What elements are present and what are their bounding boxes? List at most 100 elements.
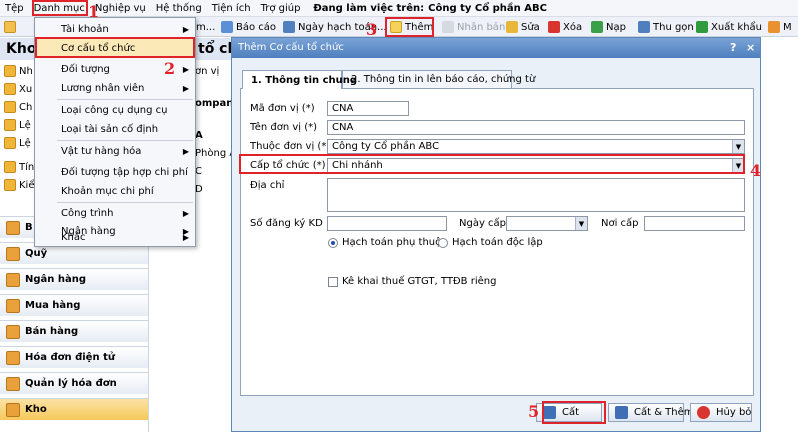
close-icon[interactable]: × xyxy=(746,41,755,54)
nav-label: Ngân hàng xyxy=(25,274,87,285)
menu-tien-ich[interactable]: Tiện ích xyxy=(207,3,256,14)
left-item-4[interactable]: Lệ xyxy=(4,118,31,132)
collapse-label: Thu gọn xyxy=(653,21,694,33)
hach-toan-phu-thuoc-radio[interactable] xyxy=(328,238,338,248)
menu-he-thong[interactable]: Hệ thống xyxy=(151,3,207,14)
left-item-1[interactable]: Nh xyxy=(4,64,33,78)
ke-khai-thue-checkbox[interactable] xyxy=(328,277,338,287)
left-item-label: Lệ xyxy=(19,137,31,149)
chevron-down-icon[interactable]: ▼ xyxy=(732,140,744,153)
document-icon xyxy=(4,119,16,131)
add-org-dialog: Thêm Cơ cấu tổ chức ? × 1. Thông tin chu… xyxy=(231,37,761,432)
menu-item-label: Vật tư hàng hóa xyxy=(61,146,142,157)
nav-quan-ly-hoa-don[interactable]: Quản lý hóa đơn xyxy=(0,372,148,394)
nav-hoa-don-dien-tu[interactable]: Hóa đơn điện tử xyxy=(0,346,148,368)
ngay-cap-label: Ngày cấp xyxy=(459,218,507,229)
delete-button[interactable]: Xóa xyxy=(548,19,582,35)
report-button[interactable]: Báo cáo xyxy=(221,19,276,35)
company-name: Công ty Cổ phần ABC xyxy=(428,2,547,14)
invoice-manage-icon xyxy=(6,376,20,391)
ma-don-vi-label: Mã đơn vị (*) xyxy=(250,103,315,114)
menu-item-label: Công trình xyxy=(61,208,114,219)
chevron-right-icon: ▶ xyxy=(182,233,189,242)
dialog-title-bar: Thêm Cơ cấu tổ chức xyxy=(232,38,760,58)
ten-don-vi-input[interactable]: CNA xyxy=(327,120,745,135)
nav-kho[interactable]: Kho xyxy=(0,398,148,420)
edit-label: Sửa xyxy=(521,21,540,33)
tab-print-label: 2. Thông tin in lên báo cáo, chứng từ xyxy=(351,74,536,85)
report-label: Báo cáo xyxy=(236,21,277,33)
edit-icon xyxy=(506,21,518,33)
cancel-button[interactable]: Hủy bỏ xyxy=(690,403,752,422)
ke-khai-thue-label: Kê khai thuế GTGT, TTĐB riêng xyxy=(342,276,497,287)
hach-toan-doc-lap-label: Hạch toán độc lập xyxy=(452,237,543,248)
noi-cap-input[interactable] xyxy=(644,216,745,231)
menu-tro-giup[interactable]: Trợ giúp xyxy=(256,3,306,14)
grid-row[interactable]: D xyxy=(195,184,203,195)
nav-ban-hang[interactable]: Bán hàng xyxy=(0,320,148,342)
toolbar-folder-button[interactable] xyxy=(4,19,19,35)
nav-label: Hóa đơn điện tử xyxy=(25,352,115,363)
menu-item-label: Khoản mục chi phí xyxy=(61,186,154,197)
export-button[interactable]: Xuất khẩu xyxy=(696,19,762,35)
thuoc-don-vi-label: Thuộc đơn vị (*) xyxy=(250,141,331,152)
ma-don-vi-input[interactable]: CNA xyxy=(327,101,409,116)
nav-mua-hang[interactable]: Mua hàng xyxy=(0,294,148,316)
tab-print-info[interactable]: 2. Thông tin in lên báo cáo, chứng từ xyxy=(342,70,535,88)
left-item-label: Kiể xyxy=(19,179,35,191)
grid-row[interactable]: C xyxy=(195,166,202,177)
nav-ngan-hang[interactable]: Ngân hàng xyxy=(0,268,148,290)
menu-item-cong-trinh[interactable]: Công trình ▶ xyxy=(35,204,195,223)
menu-file[interactable]: Tệp xyxy=(0,3,29,14)
left-item-3[interactable]: Ch xyxy=(4,100,32,114)
left-item-2[interactable]: Xu xyxy=(4,82,32,96)
menu-item-loai-ccdc[interactable]: Loại công cụ dụng cụ xyxy=(35,101,195,120)
document-icon xyxy=(4,83,16,95)
edit-button[interactable]: Sửa xyxy=(506,19,540,35)
chevron-down-icon[interactable]: ▼ xyxy=(575,217,587,230)
tab-general-info[interactable]: 1. Thông tin chung xyxy=(242,70,357,89)
chevron-right-icon: ▶ xyxy=(182,25,189,34)
menu-item-vat-tu-hang-hoa[interactable]: Vật tư hàng hóa ▶ xyxy=(35,142,195,161)
left-item-5[interactable]: Lệ xyxy=(4,136,31,150)
dia-chi-textarea[interactable] xyxy=(327,178,745,212)
mail-icon xyxy=(768,21,780,33)
save-add-button[interactable]: Cất & Thêm xyxy=(608,403,694,422)
refresh-button[interactable]: Nạp xyxy=(591,19,626,35)
menu-item-label: Khác xyxy=(61,232,86,243)
step-number-1: 1 xyxy=(88,2,100,21)
cart-icon xyxy=(6,298,20,313)
grid-row[interactable]: A xyxy=(195,130,203,141)
mail-button[interactable]: M xyxy=(768,19,792,35)
duplicate-button[interactable]: Nhân bản xyxy=(442,19,505,35)
nav-label: Quản lý hóa đơn xyxy=(25,378,117,389)
menu-item-label: Đối tượng tập hợp chi phí xyxy=(61,167,188,178)
ngay-cap-input[interactable]: ▼ xyxy=(506,216,588,231)
menu-item-khac[interactable]: Khác ▶ xyxy=(35,228,195,247)
warehouse-icon xyxy=(6,402,20,417)
thuoc-don-vi-select[interactable]: Công ty Cổ phần ABC ▼ xyxy=(327,139,745,154)
save-add-label: Cất & Thêm xyxy=(634,407,694,418)
document-icon xyxy=(4,161,16,173)
cash-icon xyxy=(6,220,20,235)
toolbar-m-button[interactable]: m... xyxy=(196,19,215,35)
menu-item-doi-tuong-thcp[interactable]: Đối tượng tập hợp chi phí xyxy=(35,163,195,182)
sales-icon xyxy=(6,324,20,339)
menu-separator xyxy=(57,99,193,100)
nav-label: Bán hàng xyxy=(25,326,79,337)
tab-general-label: 1. Thông tin chung xyxy=(251,74,358,86)
document-icon xyxy=(4,137,16,149)
so-dang-ky-input[interactable] xyxy=(327,216,447,231)
menu-item-loai-tscd[interactable]: Loại tài sản cố định xyxy=(35,120,195,139)
left-item-7[interactable]: Kiể xyxy=(4,178,35,192)
help-icon[interactable]: ? xyxy=(730,41,736,54)
left-item-6[interactable]: Tín xyxy=(4,160,34,174)
highlight-box-co-cau xyxy=(35,37,195,58)
hach-toan-doc-lap-radio[interactable] xyxy=(438,238,448,248)
collapse-button[interactable]: Thu gọn xyxy=(638,19,694,35)
menu-item-khoan-muc-cp[interactable]: Khoản mục chi phí xyxy=(35,182,195,201)
duplicate-label: Nhân bản xyxy=(457,21,506,33)
menu-item-luong-nhan-vien[interactable]: Lương nhân viên ▶ xyxy=(35,79,195,98)
grid-header: ơn vị xyxy=(195,66,220,77)
left-item-label: Ch xyxy=(19,101,33,113)
